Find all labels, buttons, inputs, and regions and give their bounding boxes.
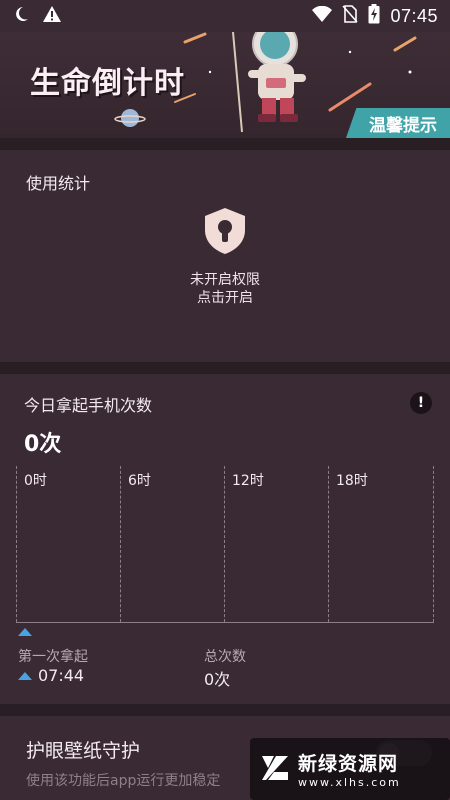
hour-gridline xyxy=(433,466,434,622)
info-icon[interactable]: ! xyxy=(410,392,432,414)
watermark-logo-icon xyxy=(258,750,292,788)
eye-care-subtitle: 使用该功能后app运行更加稳定 xyxy=(26,773,221,789)
first-pickup-label: 第一次拿起 xyxy=(18,649,88,665)
hour-gridline xyxy=(328,466,329,622)
eye-care-title: 护眼壁纸守护 xyxy=(26,740,141,762)
watermark-url: www.xlhs.com xyxy=(298,776,401,789)
pickups-card: 今日拿起手机次数 ! 0次 0时 6时 12时 18时 第一次拿起 07:44 … xyxy=(0,374,450,704)
hour-gridline xyxy=(16,466,17,622)
hour-label-6: 6时 xyxy=(128,473,151,489)
no-sim-icon xyxy=(342,4,359,28)
hourly-chart: 0时 6时 12时 18时 xyxy=(16,466,434,636)
first-pickup-marker-icon xyxy=(18,628,32,636)
divider xyxy=(0,138,450,150)
watermark-title: 新绿资源网 xyxy=(298,753,399,775)
banner[interactable]: 生命倒计时 温馨提示 xyxy=(0,32,450,138)
permission-action[interactable]: 点击开启 xyxy=(0,289,450,307)
hour-gridline xyxy=(224,466,225,622)
status-bar: 07:45 xyxy=(0,0,450,32)
tip-badge[interactable]: 温馨提示 xyxy=(346,108,450,138)
astronaut-illustration xyxy=(248,32,306,122)
watermark: 新绿资源网 www.xlhs.com xyxy=(250,738,450,800)
chart-baseline xyxy=(16,622,434,623)
first-pickup-value: 07:44 xyxy=(38,666,85,685)
wifi-icon xyxy=(312,5,333,27)
total-value: 0次 xyxy=(204,670,231,689)
pickups-title: 今日拿起手机次数 xyxy=(24,396,153,415)
usage-stats-card[interactable]: 使用统计 未开启权限 点击开启 xyxy=(0,150,450,362)
permission-status: 未开启权限 xyxy=(190,272,260,288)
total-label: 总次数 xyxy=(204,649,246,665)
hour-label-12: 12时 xyxy=(232,473,264,489)
status-time: 07:45 xyxy=(390,5,438,26)
moon-icon xyxy=(12,5,30,28)
divider xyxy=(0,362,450,374)
battery-charging-icon xyxy=(368,3,380,29)
pickups-count: 0次 xyxy=(24,432,62,457)
usage-stats-title: 使用统计 xyxy=(26,174,91,193)
hour-label-0: 0时 xyxy=(24,473,47,489)
warning-icon xyxy=(42,5,62,28)
banner-title: 生命倒计时 xyxy=(30,66,185,101)
lock-shield-icon[interactable] xyxy=(200,206,250,256)
hour-gridline xyxy=(120,466,121,622)
divider xyxy=(0,704,450,716)
hour-label-18: 18时 xyxy=(336,473,368,489)
first-pickup-arrow-icon xyxy=(18,672,32,680)
